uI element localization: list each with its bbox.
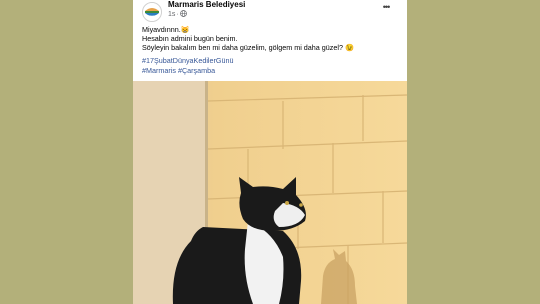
globe-icon	[179, 10, 187, 17]
hashtag-link[interactable]: #Marmaris #Çarşamba	[142, 66, 234, 76]
cat-photo-image	[133, 81, 407, 304]
meta-separator: ·	[176, 11, 179, 18]
post-timestamp[interactable]: 1s	[168, 11, 175, 18]
post-photo[interactable]	[133, 81, 407, 304]
post-header: Marmaris Belediyesi 1s· •••	[133, 0, 407, 22]
page-avatar[interactable]	[142, 2, 162, 22]
post-text-line: Hesabın admini bugün benim.	[142, 34, 238, 44]
post-meta: 1s·	[168, 10, 187, 18]
post-text-line: Söyleyin bakalım ben mi daha güzelim, gö…	[142, 43, 354, 53]
municipality-logo-icon	[143, 3, 161, 21]
post-text: Miyavdınnn.😸 Hesabın admini bugün benim.…	[142, 25, 404, 53]
more-options-icon[interactable]: •••	[379, 2, 393, 12]
hashtag-link[interactable]: #17ŞubatDünyaKedilerGünü	[142, 56, 234, 66]
post-hashtags: #17ŞubatDünyaKedilerGünü #Marmaris #Çarş…	[142, 56, 234, 76]
post-text-line: Miyavdınnn.😸	[142, 25, 190, 34]
page-name[interactable]: Marmaris Belediyesi	[168, 0, 245, 9]
post-card: Marmaris Belediyesi 1s· ••• Miyavdınnn.😸…	[133, 0, 407, 304]
